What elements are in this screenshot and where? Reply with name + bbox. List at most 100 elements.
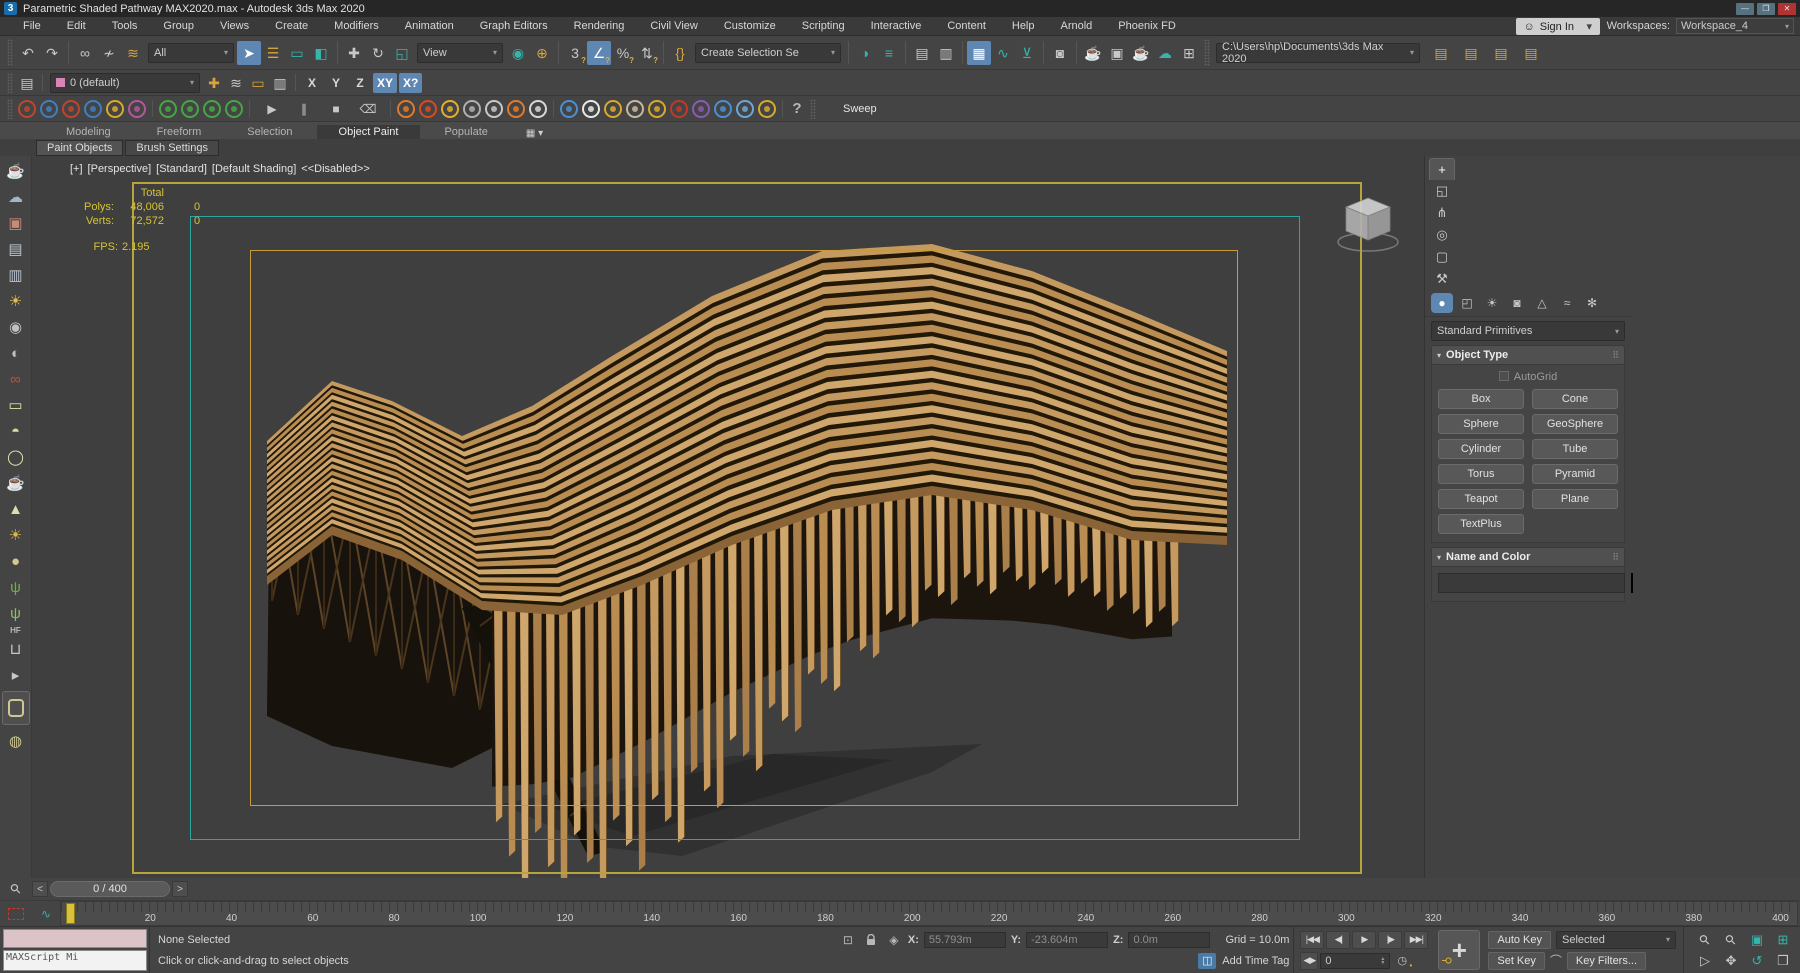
preset-ink-icon[interactable] [692,100,710,118]
auto-key-button[interactable]: Auto Key [1488,931,1551,949]
preset-clouds-icon[interactable] [529,100,547,118]
angle-snap-toggle-icon[interactable]: ∠? [587,41,611,65]
previous-frame-arrow[interactable]: < [32,881,48,897]
key-selection-dropdown[interactable]: Selected▾ [1556,931,1676,949]
tab-display[interactable]: ▢ [1429,246,1455,268]
primitive-button[interactable]: Pyramid [1532,464,1618,484]
start-simulation-icon[interactable]: ▶ [262,99,282,119]
plant-tool-icon[interactable]: ψ [3,600,29,626]
primitive-button[interactable]: Cylinder [1438,439,1524,459]
select-and-rotate-icon[interactable]: ↻ [366,41,390,65]
region-select-icon[interactable] [8,908,24,920]
drag-handle[interactable] [7,39,13,65]
preset-waterfall-icon[interactable] [736,100,754,118]
viewport-menu-renderer[interactable]: [Standard] [156,163,207,175]
ribbon-panel-tab[interactable]: Brush Settings [125,140,219,156]
category-shapes-icon[interactable]: ◰ [1456,293,1478,313]
render-teapot-icon[interactable]: ☕ [3,158,29,184]
unlink-selection-icon[interactable]: ≁ [97,41,121,65]
redo-icon[interactable]: ↷ [40,41,64,65]
go-to-start-button[interactable]: |◀◀ [1300,931,1324,949]
select-and-scale-icon[interactable]: ◱ [390,41,414,65]
autogrid-checkbox[interactable]: AutoGrid [1438,371,1618,383]
category-helpers-icon[interactable]: △ [1531,293,1553,313]
dome-tool-icon[interactable]: ◓ [3,418,29,444]
phoenix-help-icon[interactable]: ? [787,100,807,117]
material-editor-icon[interactable]: ◙ [1048,41,1072,65]
menu-item[interactable]: Phoenix FD [1105,18,1188,34]
default-in-out-tangents-icon[interactable]: ⌒ [1547,953,1565,969]
rect-selection-region-icon[interactable]: ▭ [285,41,309,65]
export-particles-icon[interactable] [181,100,199,118]
time-slider-frame-display[interactable]: 0 / 400 [50,881,170,897]
minimize-button[interactable]: — [1736,3,1754,15]
preset-vapor-icon[interactable] [485,100,503,118]
drag-handle[interactable] [810,99,816,119]
render-cloud-icon[interactable]: ☁ [3,184,29,210]
object-name-field[interactable] [1438,573,1625,593]
circle-tool-icon[interactable]: ◍ [3,728,29,754]
physical-camera-icon[interactable]: ◐ [3,340,29,366]
rendered-frame-window-icon[interactable]: ▣ [1105,41,1129,65]
absolute-offset-mode-icon[interactable]: ◈ [885,932,903,948]
primitive-button[interactable]: Tube [1532,439,1618,459]
project-folder-dropdown[interactable]: C:\Users\hp\Documents\3ds Max 2020▾ [1216,43,1420,63]
preset-smoke-icon[interactable] [463,100,481,118]
track-bar-ruler[interactable]: 0204060801001201401601802002202402602803… [60,901,1798,926]
preset-explosion-icon[interactable] [441,100,459,118]
time-tag-cube-icon[interactable]: ◫ [1198,953,1216,969]
open-mini-curve-editor-icon[interactable]: ∿ [32,901,60,926]
select-and-link-icon[interactable]: ∞ [73,41,97,65]
ribbon-tab[interactable]: Freeform [135,125,224,139]
viewport-menu-pov[interactable]: [Perspective] [88,163,152,175]
tab-motion[interactable]: ◎ [1429,224,1455,246]
schematic-view-icon[interactable]: ⊻ [1015,41,1039,65]
x-coord-field[interactable]: 55.793m [924,932,1006,948]
select-by-name-icon[interactable]: ☰ [261,41,285,65]
spinner-icon[interactable]: ▲▼ [1380,957,1385,965]
window-crossing-icon[interactable]: ◧ [309,41,333,65]
category-lights-icon[interactable]: ☀ [1481,293,1503,313]
reference-coordinate-dropdown[interactable]: View▾ [417,43,503,63]
zoom-icon[interactable]: ⚲ [1694,931,1716,949]
rendered-frame-window-icon[interactable]: ▣ [3,210,29,236]
bind-to-space-warp-icon[interactable]: ≋ [121,41,145,65]
doc-gear-icon[interactable]: ▤ [1429,41,1453,65]
spinner-snap-toggle-icon[interactable]: ⇅? [635,41,659,65]
menu-item[interactable]: Tools [99,18,151,34]
preset-milk-icon[interactable] [582,100,600,118]
drag-handle[interactable] [7,73,13,93]
viewport-menu-general[interactable]: [+] [70,163,83,175]
preset-water-drops-icon[interactable] [560,100,578,118]
doc-folder-icon[interactable]: ▤ [1459,41,1483,65]
next-frame-arrow[interactable]: > [172,881,188,897]
preset-blood-icon[interactable] [670,100,688,118]
plane-tool-icon[interactable]: ▭ [3,392,29,418]
current-frame-marker[interactable] [66,903,75,924]
doc-link-icon[interactable]: ▤ [1489,41,1513,65]
menu-item[interactable]: Customize [711,18,789,34]
menu-item[interactable]: Graph Editors [467,18,561,34]
zoom-selection-icon[interactable]: ⚲ [5,880,27,898]
named-selection-sets-icon[interactable]: {} [668,41,692,65]
tab-create[interactable]: + [1429,158,1455,180]
undo-icon[interactable]: ↶ [16,41,40,65]
object-color-swatch[interactable] [1631,573,1633,593]
menu-item[interactable]: File [10,18,54,34]
tab-hierarchy[interactable]: ⋔ [1429,202,1455,224]
menu-item[interactable]: Views [207,18,262,34]
maximize-viewport-toggle-icon[interactable]: ❒ [1772,952,1794,970]
z-coord-field[interactable]: 0.0m [1128,932,1210,948]
add-time-tag[interactable]: Add Time Tag [1222,955,1289,967]
particle-group-icon[interactable] [106,100,124,118]
menu-item[interactable]: Edit [54,18,99,34]
select-objects-in-layer-icon[interactable]: ▭ [247,73,269,93]
cone-tool-icon[interactable]: ▲ [3,496,29,522]
next-frame-button[interactable]: |▶ [1378,931,1402,949]
menu-item[interactable]: Help [999,18,1048,34]
scene-explorer-icon[interactable]: ▤ [910,41,934,65]
ribbon-tab[interactable]: Modeling [44,125,133,139]
render-production-icon[interactable]: ☕ [1129,41,1153,65]
layer-explorer-icon[interactable]: ▥ [934,41,958,65]
menu-item[interactable]: Interactive [858,18,935,34]
